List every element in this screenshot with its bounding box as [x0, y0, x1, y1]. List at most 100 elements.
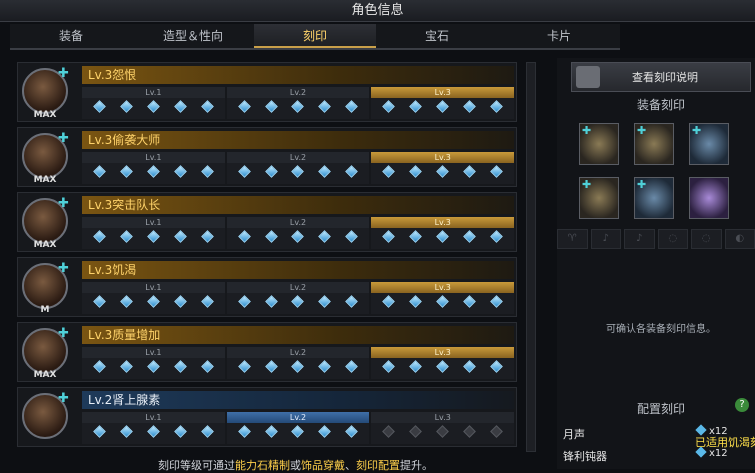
gem-icon: [120, 230, 133, 243]
engraving-slot-3[interactable]: ✚: [689, 123, 729, 165]
engraving-row[interactable]: ✚MAXLv.3偷袭大师Lv.1Lv.2Lv.3: [17, 127, 517, 187]
engraving-row[interactable]: ✚MAXLv.3怨恨Lv.1Lv.2Lv.3: [17, 62, 517, 122]
gem-icon: [382, 165, 395, 178]
plus-icon: ✚: [58, 131, 69, 146]
view-engraving-description-button[interactable]: 查看刻印说明: [571, 62, 751, 92]
tab-equipment[interactable]: 装备: [10, 24, 132, 48]
level-track: Lv.1Lv.2Lv.3: [82, 217, 514, 249]
gem-icon: [382, 360, 395, 373]
gem-icon: [490, 100, 503, 113]
gem-icon: [292, 360, 305, 373]
engraving-icon[interactable]: ✚M: [20, 261, 72, 315]
level-segment: Lv.1: [82, 282, 225, 314]
footer-suffix: 提升。: [400, 459, 433, 472]
engraving-icon[interactable]: ✚MAX: [20, 326, 72, 380]
gem-icon: [345, 100, 358, 113]
gem-icon: [382, 425, 395, 438]
engraving-row[interactable]: ✚MLv.3饥渴Lv.1Lv.2Lv.3: [17, 257, 517, 317]
gem-icon: [174, 425, 187, 438]
gem-icon: [265, 360, 278, 373]
gem-icon: [174, 360, 187, 373]
engraving-icon[interactable]: ✚MAX: [20, 66, 72, 120]
gem-icon: [265, 100, 278, 113]
engraving-slot-1[interactable]: ✚: [579, 123, 619, 165]
gem-icon: [174, 100, 187, 113]
level-track: Lv.1Lv.2Lv.3: [82, 347, 514, 379]
level-segment: Lv.2: [227, 217, 370, 249]
engraving-name: Lv.3饥渴: [82, 261, 514, 279]
engraving-row[interactable]: ✚MAX Lv.3质量增加 Lv.1Lv.2Lv.3: [17, 322, 517, 382]
tab-engraving[interactable]: 刻印: [254, 24, 376, 48]
gem-icon: [463, 165, 476, 178]
gem-icon: [292, 295, 305, 308]
gem-icon: [238, 425, 251, 438]
window-title: 角色信息: [0, 0, 755, 22]
accessory-silhouettes: ♈ ♪ ♪ ◌ ◌ ◐: [557, 229, 755, 249]
gem-icon: [409, 360, 422, 373]
level-label: Lv.1: [82, 282, 225, 293]
plus-icon: ✚: [58, 196, 69, 211]
gem-icon: [319, 165, 332, 178]
engraving-list: ✚MAXLv.3怨恨Lv.1Lv.2Lv.3✚MAXLv.3偷袭大师Lv.1Lv…: [17, 62, 517, 452]
footer-link-accessory: 饰品穿戴: [301, 459, 345, 472]
gem-row: [82, 98, 225, 111]
engraving-slot-2[interactable]: ✚: [634, 123, 674, 165]
gem-icon: [174, 230, 187, 243]
level-segment: Lv.1: [82, 217, 225, 249]
ring-icon: ◌: [691, 229, 722, 249]
level-label: Lv.2: [227, 412, 370, 423]
help-icon[interactable]: ?: [735, 398, 749, 412]
gem-row: [82, 163, 225, 176]
level-label: Lv.3: [371, 282, 514, 293]
engraving-name: Lv.3质量增加: [82, 326, 514, 344]
engraving-slot-5[interactable]: ✚: [634, 177, 674, 219]
gem-icon: [265, 165, 278, 178]
gem-icon: [265, 230, 278, 243]
gem-icon: [409, 165, 422, 178]
gem-icon: [319, 360, 332, 373]
right-panel: 查看刻印说明 装备刻印 ✚ ✚ ✚ ✚ ✚ ♈ ♪ ♪ ◌ ◌ ◐ 可确认各装备…: [557, 58, 755, 469]
level-label: Lv.2: [227, 87, 370, 98]
tab-card[interactable]: 卡片: [498, 24, 620, 48]
gem-icon: [345, 165, 358, 178]
footer-hint: 刻印等级可通过能力石精制或饰品穿戴、刻印配置提升。: [158, 457, 433, 473]
engraving-row[interactable]: ✚MAXLv.3突击队长Lv.1Lv.2Lv.3: [17, 192, 517, 252]
max-badge: MAX: [20, 175, 70, 185]
engraving-icon[interactable]: ✚MAX: [20, 196, 72, 250]
gem-icon: [345, 230, 358, 243]
engraving-icon[interactable]: ✚ MAX: [20, 131, 72, 185]
gem-icon: [201, 165, 214, 178]
scrollbar[interactable]: [526, 62, 536, 452]
level-segment: Lv.1: [82, 87, 225, 119]
level-segment: Lv.1: [82, 412, 225, 444]
tab-gem[interactable]: 宝石: [376, 24, 498, 48]
gem-icon: [238, 360, 251, 373]
gem-icon: [436, 425, 449, 438]
tab-bar: 装备 造型＆性向 刻印 宝石 卡片: [10, 24, 620, 50]
gem-icon: [93, 360, 106, 373]
engraving-name: Lv.2肾上腺素: [82, 391, 514, 409]
gem-row: [371, 228, 514, 241]
level-label: Lv.3: [371, 152, 514, 163]
earring-icon: ♪: [624, 229, 655, 249]
gem-icon: [93, 425, 106, 438]
config-name-2: 锋利钝器: [563, 448, 607, 464]
engraving-slot-4[interactable]: ✚: [579, 177, 619, 219]
level-label: Lv.1: [82, 412, 225, 423]
view-engraving-description-label: 查看刻印说明: [632, 63, 698, 93]
level-label: Lv.3: [371, 412, 514, 423]
footer-prefix: 刻印等级可通过: [158, 459, 235, 472]
gem-icon: [436, 230, 449, 243]
gem-icon: [238, 230, 251, 243]
engraving-slot-6[interactable]: [689, 177, 729, 219]
engraving-icon[interactable]: ✚: [20, 391, 72, 445]
necklace-icon: ♈: [557, 229, 588, 249]
engraving-row[interactable]: ✚ Lv.2肾上腺素 Lv.1Lv.2Lv.3: [17, 387, 517, 447]
level-label: Lv.2: [227, 347, 370, 358]
gem-icon: [93, 230, 106, 243]
level-segment: Lv.1: [82, 347, 225, 379]
tab-appearance[interactable]: 造型＆性向: [132, 24, 254, 48]
gem-icon: [292, 100, 305, 113]
gem-icon: [345, 295, 358, 308]
gem-icon: [238, 165, 251, 178]
